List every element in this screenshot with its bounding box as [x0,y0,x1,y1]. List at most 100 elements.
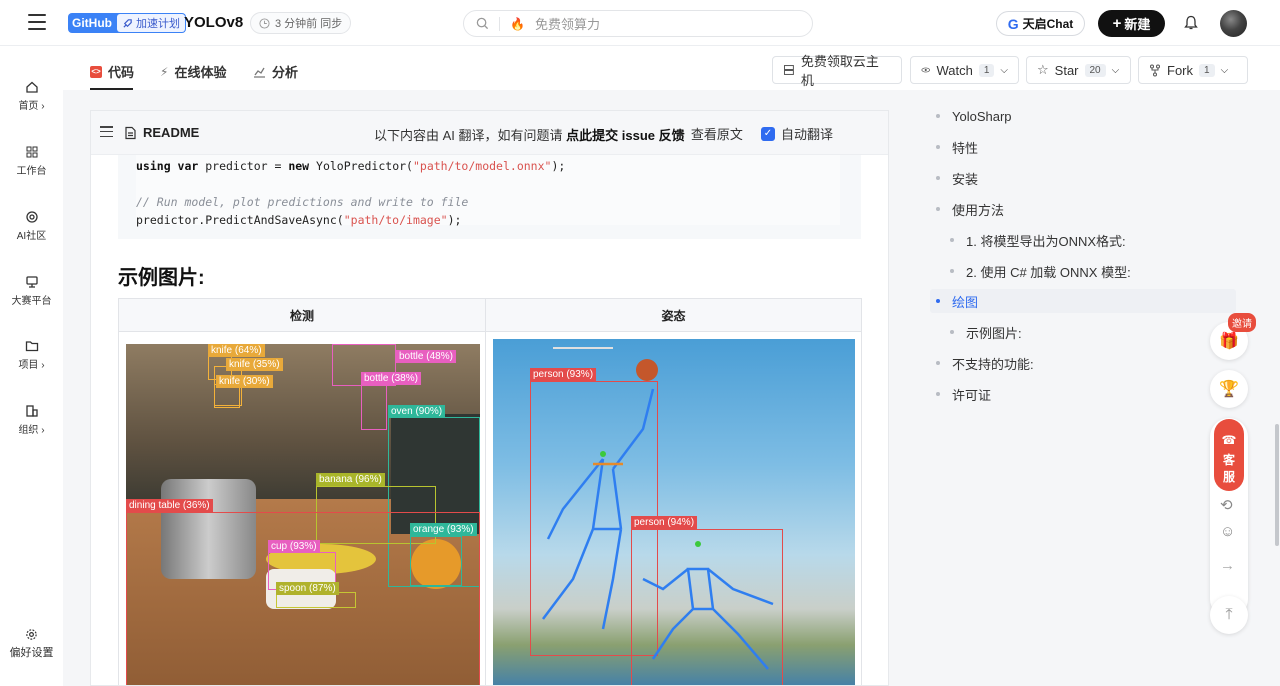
example-table: 检测 姿态 knife (64%) knife (35%) knife (30%… [118,298,862,685]
det-label: bottle (38%) [361,372,421,385]
chevron-down-icon: ⌵ [1220,64,1229,76]
tab-code[interactable]: <> 代码 [90,62,134,81]
checkbox-checked-icon: ✓ [761,126,775,141]
det-label: banana (96%) [316,473,385,486]
toc-item[interactable]: 特性 [936,135,978,159]
code-icon: <> [90,65,102,78]
grid-icon [26,146,37,158]
trophy-icon: 🏆 [1219,381,1239,398]
github-accelerate-badge[interactable]: GitHub 加速计划 [68,13,186,33]
fork-button[interactable]: Fork 1 ⌵ [1138,56,1248,84]
toc-item[interactable]: 安装 [936,166,978,190]
trophy-button[interactable]: 🏆 [1210,370,1248,408]
det-label: bottle (48%) [396,350,456,363]
chevron-down-icon: ⌵ [1000,64,1008,76]
toc-item[interactable]: 示例图片: [950,320,1022,344]
new-button[interactable]: + 新建 [1098,10,1165,37]
col-header-detect: 检测 [119,299,485,332]
readme-panel: README 以下内容由 AI 翻译，如有问题请 点此提交 issue 反馈 ⨯… [90,110,889,686]
view-original-button[interactable]: ⨯ 查看原文 [675,124,743,143]
gift-icon: 🎁 [1219,333,1239,350]
tianqi-chat-button[interactable]: G 天启Chat [996,11,1085,36]
active-tab-indicator [90,88,133,90]
github-label: GitHub [72,16,112,30]
tab-analysis[interactable]: 分析 [253,62,298,81]
code-block: using var predictor = new YoloPredictor(… [118,155,861,239]
search-input[interactable]: 🔥 免费领算力 [463,10,813,37]
fork-icon [1150,64,1160,76]
section-heading: 示例图片: [118,267,205,289]
left-nav: 首页 › 工作台 AI社区 大赛平台 项目 › 组织 › 偏好设置 [0,46,63,686]
pose-skeletons [542,388,774,670]
pose-image: person (93%) person (94%) [493,339,855,685]
chart-icon [254,67,265,78]
scrollbar[interactable] [1275,424,1279,546]
toc-item[interactable]: 2. 使用 C# 加载 ONNX 模型: [950,259,1131,283]
top-bar: GitHub 加速计划 YOLOv8 3 分钟前 同步 🔥 免费领算力 G 天启… [0,0,1280,46]
toc-item-active[interactable]: 绘图 [936,289,978,313]
nav-projects[interactable]: 项目 › [0,339,63,371]
refresh-icon[interactable]: ⟲ [1220,496,1233,514]
toc-item[interactable]: YoloSharp [936,104,1012,128]
smile-icon[interactable]: ☺ [1220,523,1235,540]
avatar[interactable] [1220,10,1247,37]
toc-item[interactable]: 1. 将模型导出为ONNX格式: [950,228,1126,252]
det-label: knife (30%) [216,375,273,388]
translate-icon: ⨯ [675,125,686,141]
ai-translate-note: 以下内容由 AI 翻译，如有问题请 点此提交 issue 反馈 [374,128,685,143]
headset-icon: ☎ [1221,433,1237,447]
readme-header: README 以下内容由 AI 翻译，如有问题请 点此提交 issue 反馈 ⨯… [91,111,888,155]
free-cloud-button[interactable]: 免费领取云主机 [772,54,902,88]
watch-button[interactable]: Watch 1 ⌵ [910,56,1019,84]
nav-organizations[interactable]: 组织 › [0,404,63,436]
toc-toggle-icon[interactable] [100,126,113,137]
nav-ai-community[interactable]: AI社区 [0,210,63,242]
back-to-top-button[interactable]: ⤒ [1210,596,1248,634]
menu-icon[interactable] [28,14,46,30]
tab-online-demo[interactable]: ⚡ 在线体验 [160,62,226,81]
det-label: orange (93%) [410,523,477,536]
det-label: oven (90%) [388,405,446,418]
bell-icon[interactable] [1184,15,1198,31]
building-icon [25,405,38,417]
det-label: dining table (36%) [126,499,213,512]
star-button[interactable]: ☆ Star 20 ⌵ [1026,56,1131,84]
document-icon [125,126,136,139]
fire-icon: 🔥 [510,16,525,31]
toc-item[interactable]: 使用方法 [936,197,1004,221]
rocket-icon [123,18,132,28]
toc-item[interactable]: 不支持的功能: [936,351,1034,375]
code-comment: // Run model, plot predictions and write… [136,195,469,209]
nav-settings[interactable]: 偏好设置 [0,628,63,660]
clock-icon [259,17,270,29]
nav-workspace[interactable]: 工作台 [0,145,63,177]
gear-icon [26,629,37,640]
code-line: predictor.PredictAndSaveAsync("path/to/i… [136,213,462,227]
plus-icon: + [1112,15,1122,32]
trophy-icon [25,276,38,288]
arrow-up-icon: ⤒ [1225,606,1233,623]
det-label: knife (64%) [208,344,265,357]
col-header-pose: 姿态 [486,299,861,332]
eye-icon [921,67,931,73]
code-line: using var predictor = new YoloPredictor(… [136,159,566,173]
chevron-down-icon: ⌵ [1111,64,1120,76]
arrow-right-icon[interactable]: → [1220,557,1235,574]
folder-icon [25,341,38,352]
search-placeholder: 免费领算力 [534,17,600,32]
auto-translate-checkbox[interactable]: ✓ 自动翻译 [761,124,833,143]
toc-item[interactable]: 许可证 [936,382,991,406]
spiral-icon [25,211,38,223]
sync-status[interactable]: 3 分钟前 同步 [250,12,352,34]
lightning-icon: ⚡ [160,64,169,79]
det-label: knife (35%) [226,358,283,371]
feedback-link[interactable]: 点此提交 issue 反馈 [566,128,684,143]
det-label: cup (93%) [268,540,320,553]
repo-title[interactable]: YOLOv8 [184,14,243,31]
readme-title: README [124,125,199,140]
search-icon [476,17,489,30]
customer-service-button[interactable]: ☎ 客 服 [1214,419,1244,491]
nav-home[interactable]: 首页 › [0,80,63,112]
nav-competition[interactable]: 大赛平台 [0,275,63,307]
g-logo-icon: G [1007,15,1019,32]
